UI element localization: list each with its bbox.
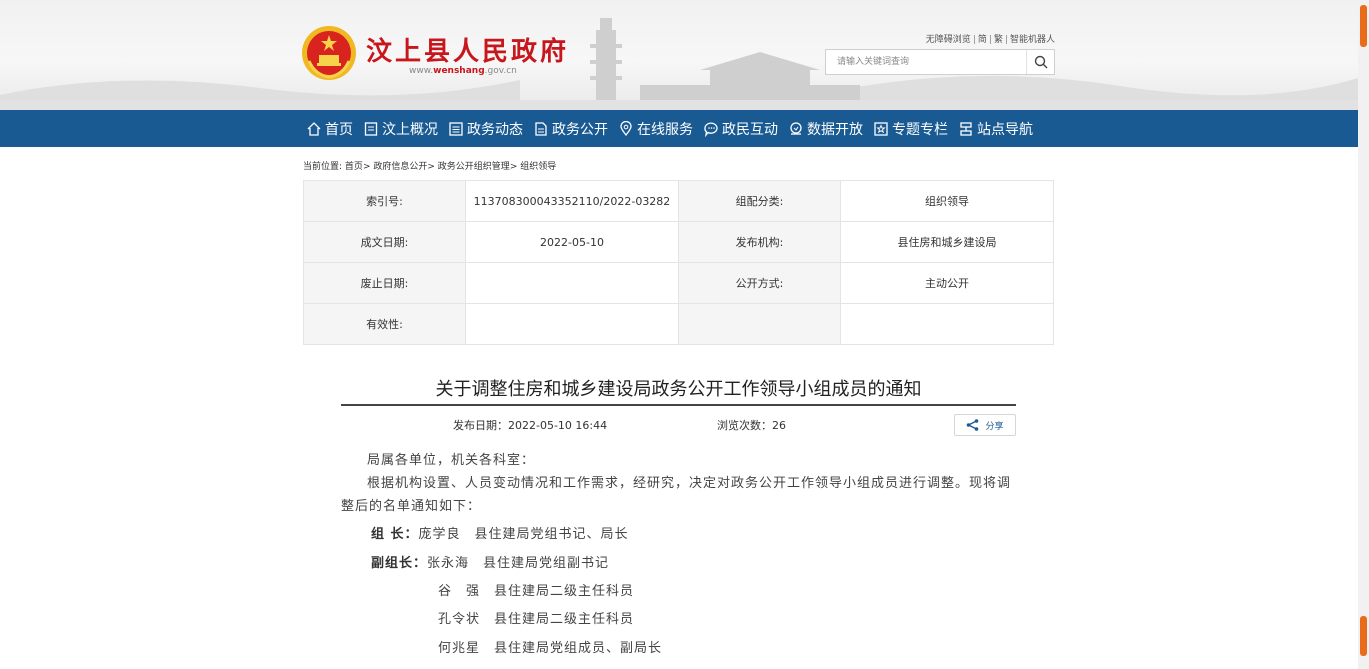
nav-item-sitemap[interactable]: 站点导航 bbox=[958, 119, 1033, 139]
breadcrumb-home[interactable]: 首页 bbox=[345, 162, 363, 172]
empty-label bbox=[678, 303, 841, 345]
page-scrollbar[interactable] bbox=[1358, 0, 1369, 669]
government-emblem-logo[interactable] bbox=[301, 25, 357, 81]
table-row: 索引号: 113708300043352110/2022-03282 组配分类:… bbox=[303, 180, 1054, 222]
article-body: 局属各单位，机关各科室： 根据机构设置、人员变动情况和工作需求，经研究，决定对政… bbox=[341, 449, 1016, 518]
category-label: 组配分类: bbox=[678, 180, 841, 222]
leader-role: 组 长： bbox=[371, 527, 419, 542]
site-title[interactable]: 汶上县人民政府 bbox=[366, 31, 569, 68]
home-icon bbox=[307, 121, 321, 136]
list-item: 副组长：张永海 县住建局党组副书记 bbox=[371, 556, 610, 571]
search-input[interactable] bbox=[826, 50, 1026, 74]
validity-value bbox=[465, 303, 679, 345]
publisher-value: 县住房和城乡建设局 bbox=[840, 221, 1054, 263]
disclosure-method-label: 公开方式: bbox=[678, 262, 841, 304]
table-row: 废止日期: 公开方式: 主动公开 bbox=[303, 262, 1054, 304]
nav-item-interaction[interactable]: 政民互动 bbox=[703, 119, 778, 139]
scrollbar-thumb[interactable] bbox=[1360, 5, 1367, 47]
data-icon bbox=[790, 121, 802, 135]
breadcrumb-current[interactable]: 组织领导 bbox=[520, 162, 556, 172]
nav-item-home[interactable]: 首页 bbox=[306, 119, 353, 139]
category-value: 组织领导 bbox=[840, 180, 1054, 222]
traditional-chinese-link[interactable]: 繁 bbox=[994, 35, 1003, 45]
breadcrumb-gov-info[interactable]: 政府信息公开 bbox=[373, 162, 427, 172]
site-header: 汶上县人民政府 www.wenshang.gov.cn 无障碍浏览 | 简 | 繁 | 智能… bbox=[0, 0, 1358, 110]
file-icon bbox=[535, 121, 547, 136]
document-meta-table: 索引号: 113708300043352110/2022-03282 组配分类:… bbox=[303, 180, 1054, 345]
scroll-to-top-handle[interactable] bbox=[1360, 616, 1367, 656]
article-greeting: 局属各单位，机关各科室： bbox=[367, 453, 536, 468]
share-button[interactable]: 分享 bbox=[954, 414, 1016, 436]
nav-item-topics[interactable]: 专题专栏 bbox=[873, 119, 948, 139]
topic-icon bbox=[874, 121, 888, 136]
location-icon bbox=[620, 120, 632, 136]
breadcrumb: 当前位置: 首页> 政府信息公开> 政务公开组织管理> 组织领导 bbox=[303, 162, 557, 172]
sitemap-icon bbox=[960, 121, 972, 136]
nav-item-disclosure[interactable]: 政务公开 bbox=[533, 119, 608, 139]
view-count: 浏览次数：26 bbox=[717, 419, 786, 432]
list-item: 谷 强 县住建局二级主任科员 bbox=[438, 584, 635, 599]
share-icon bbox=[967, 419, 979, 431]
robot-assistant-link[interactable]: 智能机器人 bbox=[1010, 35, 1055, 45]
nav-item-overview[interactable]: 汶上概况 bbox=[363, 119, 438, 139]
search-box bbox=[825, 49, 1055, 75]
nav-item-open-data[interactable]: 数据开放 bbox=[788, 119, 863, 139]
breadcrumb-org-management[interactable]: 政务公开组织管理 bbox=[438, 162, 510, 172]
article-title: 关于调整住房和城乡建设局政务公开工作领导小组成员的通知 bbox=[435, 379, 922, 400]
search-button[interactable] bbox=[1026, 50, 1054, 74]
simplified-chinese-link[interactable]: 简 bbox=[978, 35, 987, 45]
skyline-banner bbox=[0, 18, 1358, 110]
written-date-label: 成文日期: bbox=[303, 221, 466, 263]
chat-icon bbox=[704, 122, 718, 137]
nav-item-online-service[interactable]: 在线服务 bbox=[618, 119, 693, 139]
list-item: 孔令状 县住建局二级主任科员 bbox=[438, 612, 635, 627]
publisher-label: 发布机构: bbox=[678, 221, 841, 263]
publish-date: 发布日期：2022-05-10 16:44 bbox=[453, 419, 608, 432]
deputy-role: 副组长： bbox=[371, 556, 428, 571]
table-row: 成文日期: 2022-05-10 发布机构: 县住房和城乡建设局 bbox=[303, 221, 1054, 263]
site-url: www.wenshang.gov.cn bbox=[409, 66, 517, 76]
list-item: 组 长：庞学良 县住建局党组书记、局长 bbox=[371, 527, 629, 542]
top-links: 无障碍浏览 | 简 | 繁 | 智能机器人 bbox=[925, 35, 1055, 45]
list-icon bbox=[449, 121, 463, 136]
empty-value bbox=[840, 303, 1054, 345]
index-number-value: 113708300043352110/2022-03282 bbox=[465, 180, 679, 222]
search-icon bbox=[1034, 55, 1047, 69]
accessibility-link[interactable]: 无障碍浏览 bbox=[926, 35, 971, 45]
disclosure-method-value: 主动公开 bbox=[840, 262, 1054, 304]
index-number-label: 索引号: bbox=[303, 180, 466, 222]
expiry-date-label: 废止日期: bbox=[303, 262, 466, 304]
list-item: 何兆星 县住建局党组成员、副局长 bbox=[438, 641, 663, 656]
expiry-date-value bbox=[465, 262, 679, 304]
title-divider bbox=[341, 404, 1016, 406]
table-row: 有效性: bbox=[303, 303, 1054, 345]
document-icon bbox=[364, 121, 378, 136]
written-date-value: 2022-05-10 bbox=[465, 221, 679, 263]
main-nav: 首页 汶上概况 政务动态 政务公开 在线服务 政民互动 数据开放 专题专栏 站点… bbox=[0, 110, 1358, 147]
validity-label: 有效性: bbox=[303, 303, 466, 345]
article-paragraph: 根据机构设置、人员变动情况和工作需求，经研究，决定对政务公开工作领导小组成员进行… bbox=[341, 476, 1012, 514]
nav-item-news[interactable]: 政务动态 bbox=[448, 119, 523, 139]
